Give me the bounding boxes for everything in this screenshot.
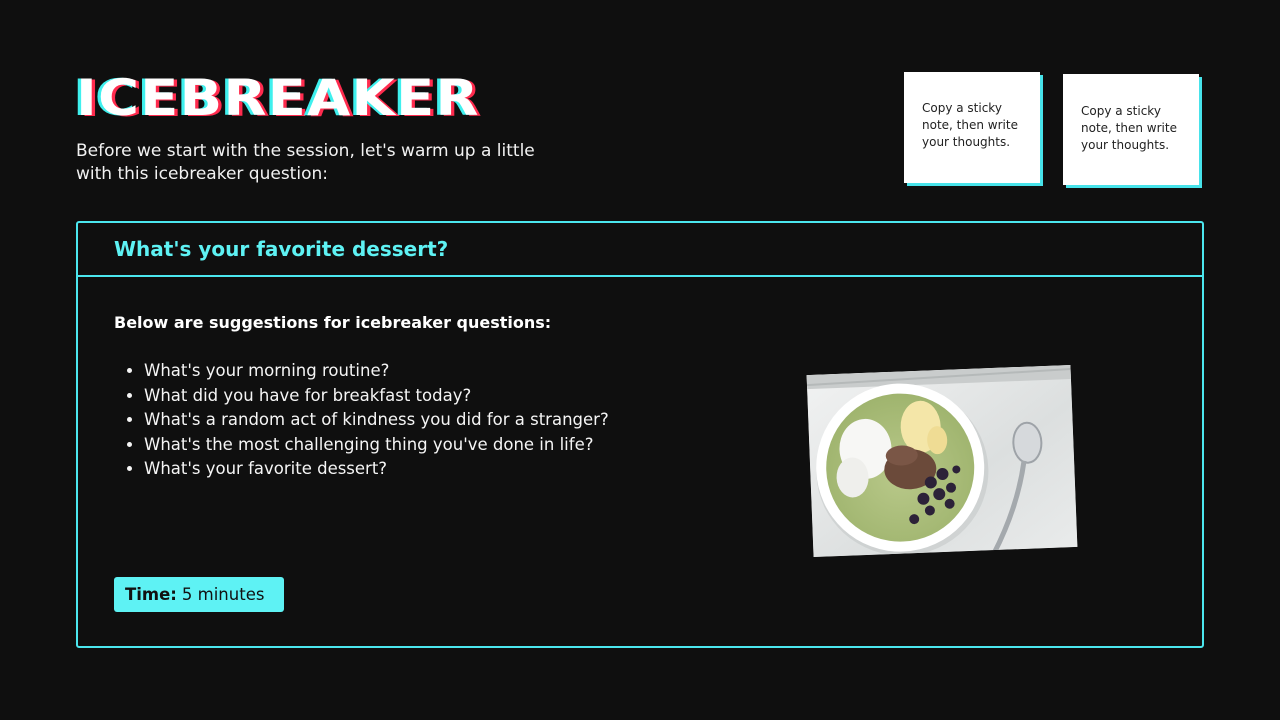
question-card-header: What's your favorite dessert? <box>78 223 1202 277</box>
dessert-photo <box>806 364 1078 558</box>
page-title: ICEBREAKER <box>76 69 480 127</box>
sticky-note-1[interactable]: Copy a sticky note, then write your thou… <box>904 72 1040 183</box>
time-label: Time: <box>125 585 177 604</box>
list-item: What's your morning routine? <box>144 359 609 384</box>
smoothie-bowl-image <box>806 364 1078 558</box>
icebreaker-slide: ICEBREAKER Before we start with the sess… <box>0 0 1280 720</box>
featured-question: What's your favorite dessert? <box>114 237 449 261</box>
sticky-note-text: Copy a sticky note, then write your thou… <box>1081 104 1177 152</box>
time-badge: Time: 5 minutes <box>114 577 284 612</box>
list-item: What's the most challenging thing you've… <box>144 433 609 458</box>
time-value: 5 minutes <box>181 585 265 604</box>
suggestions-list: What's your morning routine? What did yo… <box>114 359 609 482</box>
list-item: What's your favorite dessert? <box>144 457 609 482</box>
list-item: What did you have for breakfast today? <box>144 384 609 409</box>
sticky-note-text: Copy a sticky note, then write your thou… <box>922 101 1018 149</box>
sticky-note-2[interactable]: Copy a sticky note, then write your thou… <box>1063 74 1199 185</box>
suggestions-heading: Below are suggestions for icebreaker que… <box>114 313 552 332</box>
page-subtitle: Before we start with the session, let's … <box>76 141 535 184</box>
list-item: What's a random act of kindness you did … <box>144 408 609 433</box>
